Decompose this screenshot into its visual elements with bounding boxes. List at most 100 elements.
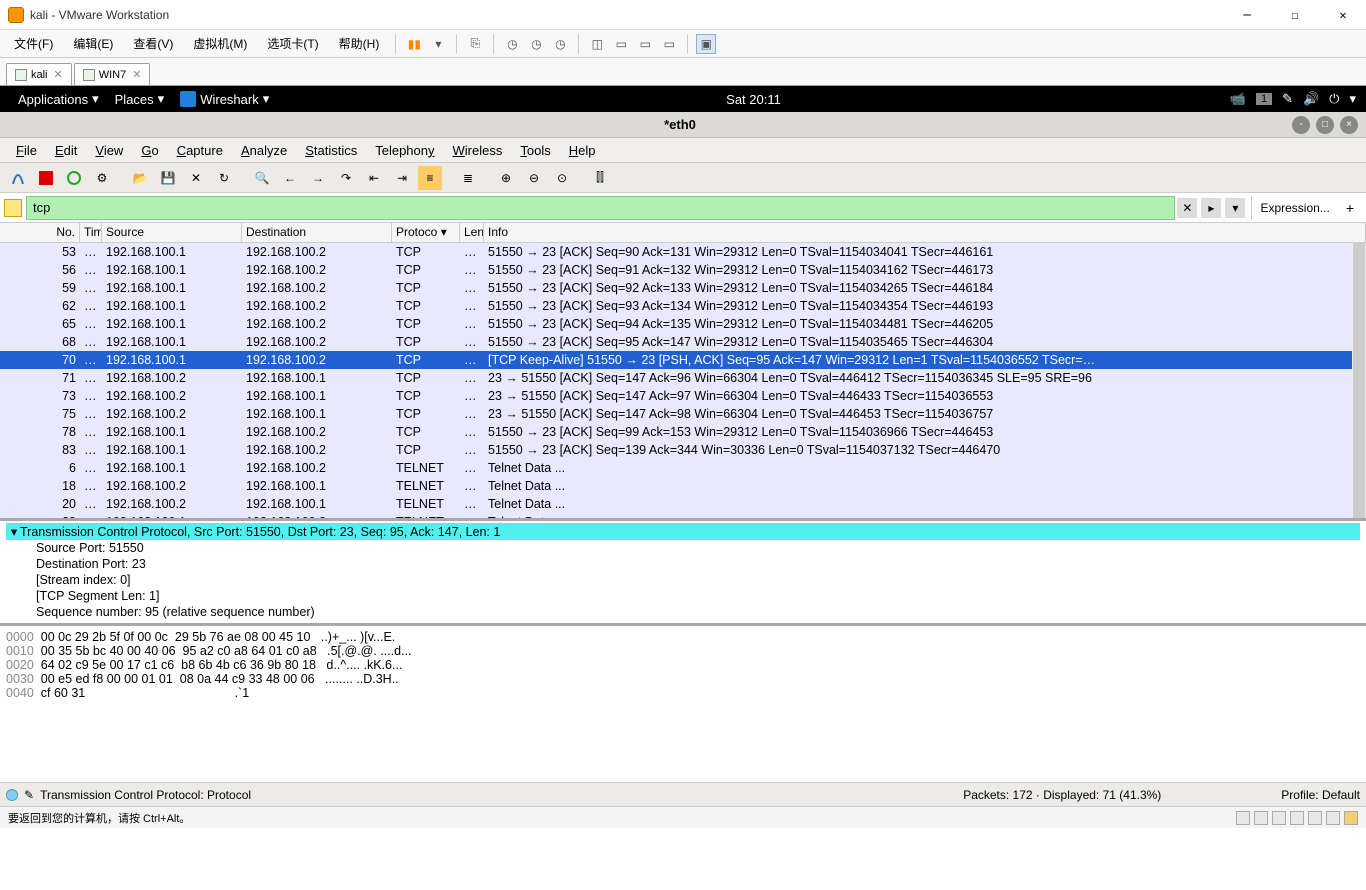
col-info[interactable]: Info: [484, 223, 1366, 242]
last-packet-icon[interactable]: ⇥: [390, 166, 414, 190]
packet-row[interactable]: 56…192.168.100.1192.168.100.2TCP…51550 →…: [0, 261, 1366, 279]
device-icon[interactable]: [1344, 811, 1358, 825]
col-source[interactable]: Source: [102, 223, 242, 242]
bookmark-icon[interactable]: [4, 199, 22, 217]
tree-line[interactable]: [TCP Segment Len: 1]: [6, 588, 1360, 604]
camera-icon[interactable]: 📹: [1230, 91, 1246, 107]
packet-row[interactable]: 6…192.168.100.1192.168.100.2TELNET…Telne…: [0, 459, 1366, 477]
tree-line[interactable]: Source Port: 51550: [6, 540, 1360, 556]
hex-line[interactable]: 0030 00 e5 ed f8 00 00 01 01 08 0a 44 c9…: [6, 672, 1360, 686]
status-profile[interactable]: Profile: Default: [1281, 788, 1360, 802]
close-icon[interactable]: ✕: [132, 68, 141, 81]
places-menu[interactable]: Places▾: [107, 91, 173, 107]
hex-line[interactable]: 0040 cf 60 31 .`1: [6, 686, 1360, 700]
add-filter-button[interactable]: +: [1338, 200, 1362, 216]
find-packet-icon[interactable]: 🔍: [250, 166, 274, 190]
tab-win7[interactable]: WIN7 ✕: [74, 63, 151, 85]
maximize-button[interactable]: ☐: [1280, 5, 1310, 25]
tree-line[interactable]: Sequence number: 95 (relative sequence n…: [6, 604, 1360, 620]
ws-menu-go[interactable]: Go: [133, 140, 166, 161]
expression-button[interactable]: Expression...: [1251, 196, 1337, 220]
ws-minimize-button[interactable]: -: [1292, 116, 1310, 134]
packet-bytes[interactable]: 0000 00 0c 29 2b 5f 0f 00 0c 29 5b 76 ae…: [0, 626, 1366, 782]
col-time[interactable]: Tim: [80, 223, 102, 242]
packet-row[interactable]: 75…192.168.100.2192.168.100.1TCP…23 → 51…: [0, 405, 1366, 423]
go-forward-icon[interactable]: →: [306, 166, 330, 190]
tree-line[interactable]: [Stream index: 0]: [6, 572, 1360, 588]
packet-list-body[interactable]: 53…192.168.100.1192.168.100.2TCP…51550 →…: [0, 243, 1366, 521]
hex-line[interactable]: 0010 00 35 5b bc 40 00 40 06 95 a2 c0 a8…: [6, 644, 1360, 658]
start-capture-icon[interactable]: [6, 166, 30, 190]
menu-vm[interactable]: 虚拟机(M): [185, 32, 255, 55]
capture-options-icon[interactable]: ⚙: [90, 166, 114, 190]
device-icon[interactable]: [1272, 811, 1286, 825]
sound-icon[interactable]: 🔊: [1303, 91, 1319, 107]
tab-kali[interactable]: kali ✕: [6, 63, 72, 85]
col-length[interactable]: Len: [460, 223, 484, 242]
packet-row[interactable]: 18…192.168.100.2192.168.100.1TELNET…Teln…: [0, 477, 1366, 495]
device-icon[interactable]: [1236, 811, 1250, 825]
unity-icon[interactable]: ◫: [587, 34, 607, 54]
zoom-in-icon[interactable]: ⊕: [494, 166, 518, 190]
packet-row[interactable]: 78…192.168.100.1192.168.100.2TCP…51550 →…: [0, 423, 1366, 441]
apply-filter-button[interactable]: ▸: [1201, 198, 1221, 218]
ws-menu-tools[interactable]: Tools: [512, 140, 558, 161]
edit-icon[interactable]: ✎: [24, 788, 34, 802]
minimize-button[interactable]: ─: [1232, 5, 1262, 25]
ws-menu-analyze[interactable]: Analyze: [233, 140, 295, 161]
menu-tabs[interactable]: 选项卡(T): [259, 32, 326, 55]
ws-menu-statistics[interactable]: Statistics: [297, 140, 365, 161]
go-back-icon[interactable]: ←: [278, 166, 302, 190]
device-icon[interactable]: [1254, 811, 1268, 825]
expert-info-icon[interactable]: [6, 789, 18, 801]
pause-icon[interactable]: ▮▮: [404, 34, 424, 54]
ws-menu-wireless[interactable]: Wireless: [445, 140, 511, 161]
packet-row[interactable]: 62…192.168.100.1192.168.100.2TCP…51550 →…: [0, 297, 1366, 315]
packet-row[interactable]: 65…192.168.100.1192.168.100.2TCP…51550 →…: [0, 315, 1366, 333]
packet-row[interactable]: 68…192.168.100.1192.168.100.2TCP…51550 →…: [0, 333, 1366, 351]
input-icon[interactable]: ✎: [1282, 91, 1293, 107]
fullscreen-icon[interactable]: ▣: [696, 34, 716, 54]
packet-details[interactable]: ▾Transmission Control Protocol, Src Port…: [0, 521, 1366, 626]
keyboard-indicator[interactable]: 1: [1256, 93, 1272, 105]
packet-row[interactable]: 20…192.168.100.2192.168.100.1TELNET…Teln…: [0, 495, 1366, 513]
ws-maximize-button[interactable]: □: [1316, 116, 1334, 134]
close-icon[interactable]: ✕: [54, 68, 63, 81]
device-icon[interactable]: [1290, 811, 1304, 825]
col-destination[interactable]: Destination: [242, 223, 392, 242]
revert-icon[interactable]: ◷: [550, 34, 570, 54]
goto-packet-icon[interactable]: ↷: [334, 166, 358, 190]
collapse-icon[interactable]: ▾: [8, 524, 20, 539]
tree-line[interactable]: Destination Port: 23: [6, 556, 1360, 572]
close-file-icon[interactable]: ✕: [184, 166, 208, 190]
close-button[interactable]: ✕: [1328, 5, 1358, 25]
dropdown-icon[interactable]: ▾: [428, 34, 448, 54]
zoom-reset-icon[interactable]: ⊙: [550, 166, 574, 190]
restart-capture-icon[interactable]: [62, 166, 86, 190]
packet-row[interactable]: 59…192.168.100.1192.168.100.2TCP…51550 →…: [0, 279, 1366, 297]
packet-row[interactable]: 70…192.168.100.1192.168.100.2TCP…[TCP Ke…: [0, 351, 1366, 369]
console-icon[interactable]: ▭: [635, 34, 655, 54]
clock[interactable]: Sat 20:11: [277, 92, 1230, 107]
hex-line[interactable]: 0000 00 0c 29 2b 5f 0f 00 0c 29 5b 76 ae…: [6, 630, 1360, 644]
menu-file[interactable]: 文件(F): [6, 32, 61, 55]
packet-row[interactable]: 83…192.168.100.1192.168.100.2TCP…51550 →…: [0, 441, 1366, 459]
ws-menu-telephony[interactable]: Telephony: [367, 140, 442, 161]
ws-menu-help[interactable]: Help: [561, 140, 604, 161]
stop-capture-icon[interactable]: [34, 166, 58, 190]
thumbnail-icon[interactable]: ▭: [611, 34, 631, 54]
snapshot-icon[interactable]: ◷: [502, 34, 522, 54]
reload-file-icon[interactable]: ↻: [212, 166, 236, 190]
menu-view[interactable]: 查看(V): [125, 32, 181, 55]
device-icon[interactable]: [1326, 811, 1340, 825]
col-no[interactable]: No.: [0, 223, 80, 242]
first-packet-icon[interactable]: ⇤: [362, 166, 386, 190]
packet-row[interactable]: 53…192.168.100.1192.168.100.2TCP…51550 →…: [0, 243, 1366, 261]
resize-columns-icon[interactable]: ⫿⫿: [588, 166, 612, 190]
autoscroll-icon[interactable]: ≡: [418, 166, 442, 190]
dropdown-icon[interactable]: ▾: [1349, 91, 1356, 107]
ws-close-button[interactable]: ×: [1340, 116, 1358, 134]
open-file-icon[interactable]: 📂: [128, 166, 152, 190]
save-file-icon[interactable]: 💾: [156, 166, 180, 190]
colorize-icon[interactable]: ≣: [456, 166, 480, 190]
